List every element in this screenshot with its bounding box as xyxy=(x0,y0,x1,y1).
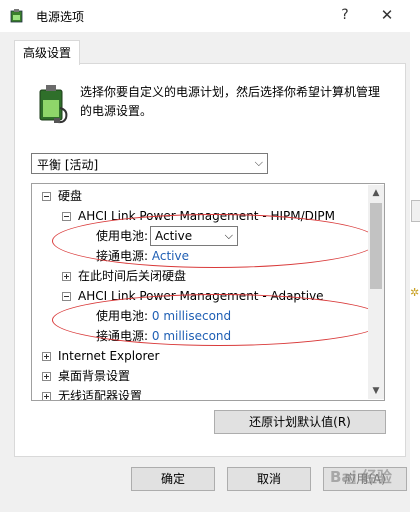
collapse-icon[interactable] xyxy=(42,192,51,201)
power-options-dialog: 电源选项 ? ✕ 高级设置 选择你要自定义的电源计划，然后选择你希望计算机管理的… xyxy=(0,0,420,512)
tree-item-hipm-battery: 使用电池: xyxy=(96,226,148,246)
chevron-down-icon: ⌵ xyxy=(224,229,233,242)
power-plan-dropdown[interactable]: 平衡 [活动] ⌵ xyxy=(31,153,268,174)
expand-icon[interactable] xyxy=(42,352,51,361)
expand-icon[interactable] xyxy=(42,392,51,400)
cancel-button[interactable]: 取消 xyxy=(227,467,311,491)
expand-icon[interactable] xyxy=(42,372,51,381)
hipm-plugged-value[interactable]: Active xyxy=(152,249,189,263)
hipm-battery-dropdown[interactable]: Active ⌵ xyxy=(150,226,238,246)
description-text: 选择你要自定义的电源计划，然后选择你希望计算机管理的电源设置。 xyxy=(80,85,381,118)
tree-item-label: 无线适配器设置 xyxy=(58,389,143,401)
collapse-icon[interactable] xyxy=(62,212,71,221)
restore-defaults-button[interactable]: 还原计划默认值(R) xyxy=(214,410,386,434)
tree-item-label: 硬盘 xyxy=(58,189,83,203)
watermark: Bai 经验 xyxy=(330,468,392,486)
tree-item-label: Internet Explorer xyxy=(58,349,160,363)
tree-item-label: AHCI Link Power Management - HIPM/DIPM xyxy=(78,209,336,223)
close-button[interactable]: ✕ xyxy=(374,4,400,26)
chevron-down-icon: ⌵ xyxy=(254,156,263,169)
tree-item-label: 在此时间后关闭硬盘 xyxy=(78,269,187,283)
ok-button[interactable]: 确定 xyxy=(131,467,215,491)
background-gear-icon: ✲ xyxy=(410,286,420,299)
scroll-up-icon[interactable]: ▲ xyxy=(368,185,384,201)
battery-plug-icon xyxy=(39,85,68,124)
collapse-icon[interactable] xyxy=(62,292,71,301)
scroll-thumb[interactable] xyxy=(370,203,382,289)
title-bar: 电源选项 ? ✕ xyxy=(0,0,420,32)
scroll-down-icon[interactable]: ▼ xyxy=(368,383,384,399)
window-title: 电源选项 xyxy=(36,10,85,24)
tab-advanced-settings[interactable]: 高级设置 xyxy=(14,40,80,65)
battery-label: 使用电池: xyxy=(96,309,149,323)
plugged-label: 接通电源: xyxy=(96,329,149,343)
power-options-icon xyxy=(10,9,23,23)
background-window-edge xyxy=(410,0,420,512)
settings-tree: 硬盘 AHCI Link Power Management - HIPM/DIP… xyxy=(31,183,385,401)
plugged-label: 接通电源: xyxy=(96,249,149,263)
tree-item-adaptive-plugged[interactable]: 接通电源: 0 millisecond xyxy=(96,326,231,346)
battery-label: 使用电池: xyxy=(96,229,149,243)
tree-item-label: 桌面背景设置 xyxy=(58,369,131,383)
help-button[interactable]: ? xyxy=(334,4,356,26)
tree-item-hipm-plugged[interactable]: 接通电源: Active xyxy=(96,246,189,266)
adaptive-plugged-value[interactable]: 0 millisecond xyxy=(152,329,231,343)
background-window-control xyxy=(411,200,420,222)
hipm-battery-value: Active xyxy=(155,229,193,243)
tree-scrollbar[interactable]: ▲ ▼ xyxy=(368,185,384,399)
tree-item-label: AHCI Link Power Management - Adaptive xyxy=(78,289,324,303)
tree-item-adaptive-battery[interactable]: 使用电池: 0 millisecond xyxy=(96,306,231,326)
expand-icon[interactable] xyxy=(62,272,71,281)
power-plan-value: 平衡 [活动] xyxy=(37,158,99,172)
adaptive-battery-value[interactable]: 0 millisecond xyxy=(152,309,231,323)
